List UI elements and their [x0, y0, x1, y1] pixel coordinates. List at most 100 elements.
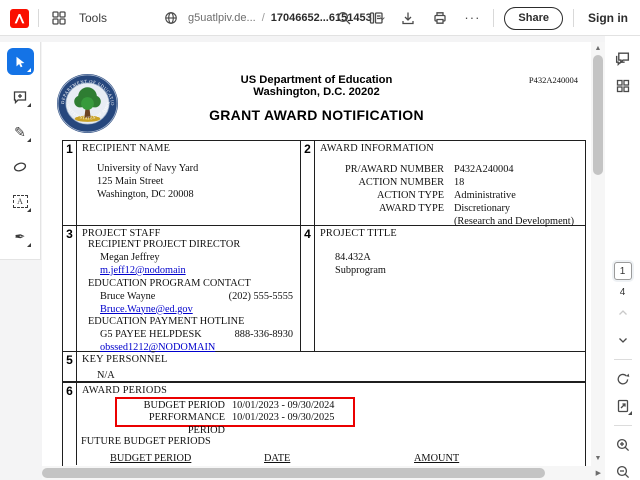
period-value: 10/01/2023 - 09/30/2024: [225, 400, 334, 412]
future-col-budget-period: BUDGET PERIOD: [110, 453, 191, 464]
next-page-button[interactable]: [611, 328, 635, 352]
acrobat-web-viewer: Tools g5uatlpiv.de... / 17046652...61514…: [0, 0, 640, 480]
scroll-down-arrow-icon[interactable]: ▼: [591, 455, 605, 462]
project-title-lines: 84.432A Subprogram: [335, 251, 386, 277]
box-project-staff: 3 PROJECT STAFF RECIPIENT PROJECT DIRECT…: [63, 226, 301, 351]
recipient-line: Washington, DC 20008: [97, 188, 198, 201]
award-periods-highlight: BUDGET PERIOD10/01/2023 - 09/30/2024 PER…: [115, 397, 355, 427]
submenu-corner: [27, 103, 31, 107]
staff-name: Megan Jeffrey: [100, 252, 160, 265]
add-text-tool-button[interactable]: A: [7, 188, 34, 215]
right-side-panel: 1 4: [605, 36, 640, 480]
sign-in-button[interactable]: Sign in: [584, 11, 632, 25]
share-button[interactable]: Share: [504, 7, 563, 30]
staff-role: EDUCATION PAYMENT HOTLINE: [77, 316, 300, 329]
recipient-address: University of Navy Yard 125 Main Street …: [97, 162, 198, 201]
submenu-corner: [27, 138, 31, 142]
comment-tool-button[interactable]: [7, 83, 34, 110]
horizontal-scrollbar[interactable]: ▶: [42, 466, 605, 480]
lasso-tool-button[interactable]: [7, 153, 34, 180]
future-col-amount: AMOUNT: [414, 453, 459, 464]
fit-page-icon[interactable]: [611, 394, 635, 418]
add-text-icon: A: [13, 195, 28, 208]
comments-panel-icon[interactable]: [611, 46, 635, 70]
toolbar-divider: [38, 9, 39, 27]
box-award-periods: 6 AWARD PERIODS BUDGET PERIOD10/01/2023 …: [63, 383, 585, 465]
award-info-rows: PR/AWARD NUMBERP432A240004 ACTION NUMBER…: [315, 163, 585, 228]
field-value: Administrative: [444, 189, 516, 202]
select-tool-button[interactable]: [7, 48, 34, 75]
recipient-line: 125 Main Street: [97, 175, 198, 188]
breadcrumb-separator: /: [262, 12, 265, 24]
period-label: BUDGET PERIOD: [117, 400, 225, 412]
scroll-up-arrow-icon[interactable]: ▲: [591, 45, 605, 52]
future-budget-periods-label: FUTURE BUDGET PERIODS: [81, 436, 211, 447]
staff-phone: (202) 555-5555: [229, 291, 293, 304]
page-thumbnails-icon[interactable]: [611, 74, 635, 98]
staff-email-link[interactable]: Bruce.Wayne@ed.gov: [100, 304, 193, 315]
box-project-title: 4 PROJECT TITLE 84.432A Subprogram: [301, 226, 585, 351]
project-title-line: Subprogram: [335, 264, 386, 277]
box-label: PROJECT TITLE: [315, 226, 585, 239]
toolbar-divider: [493, 9, 494, 27]
org-city: Washington, D.C. 20202: [102, 86, 531, 98]
box-label: AWARD PERIODS: [77, 383, 585, 396]
box-label: RECIPIENT NAME: [77, 141, 300, 154]
org-name: US Department of Education: [102, 74, 531, 86]
box-award-information: 2 AWARD INFORMATION PR/AWARD NUMBERP432A…: [301, 141, 585, 225]
panel-divider: [614, 425, 632, 426]
field-label: AWARD TYPE: [315, 202, 444, 215]
rotate-page-icon[interactable]: [611, 367, 635, 391]
draw-pencil-tool-button[interactable]: ✎: [7, 118, 34, 145]
box-key-personnel: 5 KEY PERSONNEL N/A: [63, 352, 585, 381]
field-label: ACTION TYPE: [315, 189, 444, 202]
period-value: 10/01/2023 - 09/30/2025: [225, 412, 334, 437]
vertical-scrollbar-thumb[interactable]: [593, 55, 603, 175]
current-page-input[interactable]: 1: [614, 262, 632, 280]
staff-role: EDUCATION PROGRAM CONTACT: [77, 278, 300, 291]
previous-page-button[interactable]: [611, 301, 635, 325]
tools-grid-icon[interactable]: [48, 7, 70, 29]
staff-email-link[interactable]: m.jeff12@nodomain: [100, 265, 186, 276]
submenu-corner: [27, 208, 31, 212]
project-title-line: 84.432A: [335, 251, 386, 264]
box-number: 3: [63, 226, 77, 351]
total-pages-label: 4: [620, 287, 626, 298]
more-options-icon[interactable]: ···: [461, 7, 483, 29]
zoom-in-icon[interactable]: [611, 433, 635, 457]
scroll-right-arrow-icon[interactable]: ▶: [596, 469, 601, 477]
field-value: Discretionary: [444, 202, 510, 215]
panel-divider: [614, 359, 632, 360]
box-label: KEY PERSONNEL: [77, 352, 585, 365]
adobe-acrobat-logo-icon[interactable]: [10, 9, 29, 28]
zoom-out-icon[interactable]: [611, 460, 635, 480]
submenu-corner: [628, 411, 632, 415]
staff-name: G5 PAYEE HELPDESK: [100, 329, 202, 342]
submenu-corner: [27, 68, 31, 72]
horizontal-scrollbar-thumb[interactable]: [42, 468, 545, 478]
field-label: PR/AWARD NUMBER: [315, 163, 444, 176]
box-recipient-name: 1 RECIPIENT NAME University of Navy Yard…: [63, 141, 301, 225]
submenu-corner: [27, 243, 31, 247]
pages-icon[interactable]: [365, 7, 387, 29]
recipient-line: University of Navy Yard: [97, 162, 198, 175]
staff-name: Bruce Wayne: [100, 291, 155, 304]
box-number: 6: [63, 383, 77, 465]
download-icon[interactable]: [397, 7, 419, 29]
future-col-date: DATE: [264, 453, 290, 464]
fountain-pen-icon: ✒: [15, 230, 26, 243]
vertical-scrollbar[interactable]: ▲ ▼: [591, 42, 605, 466]
staff-role: RECIPIENT PROJECT DIRECTOR: [77, 239, 300, 252]
search-icon[interactable]: [333, 7, 355, 29]
tools-menu-label[interactable]: Tools: [79, 11, 107, 25]
toolbar-divider: [573, 9, 574, 27]
key-personnel-value: N/A: [97, 370, 115, 381]
document-header: US Department of Education Washington, D…: [102, 74, 531, 123]
print-icon[interactable]: [429, 7, 451, 29]
fill-sign-tool-button[interactable]: ✒: [7, 223, 34, 250]
box-number: 2: [301, 141, 315, 225]
globe-icon: [160, 7, 182, 29]
field-label: ACTION NUMBER: [315, 176, 444, 189]
left-tool-rail: ✎ A ✒: [0, 42, 41, 260]
box-number: 1: [63, 141, 77, 225]
